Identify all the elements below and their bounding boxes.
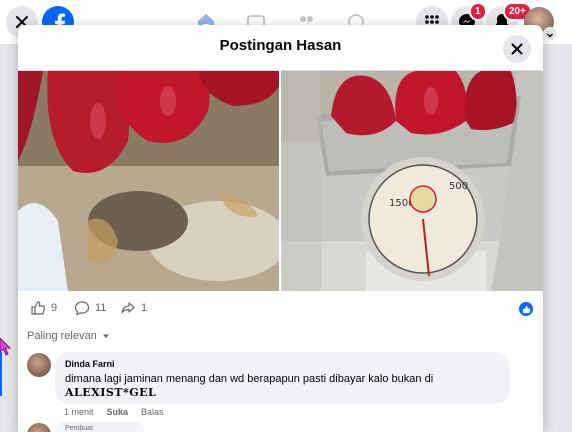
post-modal: Postingan Hasan 1500 500 9 11 1 Paling r… xyxy=(18,25,543,432)
comment-body: dimana lagi jaminan menang dan wd berapa… xyxy=(65,373,434,385)
comment-reply-button[interactable]: Balas xyxy=(141,407,164,417)
chevron-down-icon xyxy=(547,33,553,38)
focus-indicator xyxy=(0,352,2,396)
comment-bubble-2: Pembuat xyxy=(55,422,145,432)
thumbs-up-icon xyxy=(31,301,46,315)
rose-apple-tree-image xyxy=(18,71,279,291)
modal-title: Postingan Hasan xyxy=(219,37,342,54)
messenger-badge: 1 xyxy=(469,2,487,21)
commenter-avatar-2[interactable] xyxy=(27,423,51,432)
post-photo-2[interactable]: 1500 500 xyxy=(281,71,543,291)
comments-sort-dropdown[interactable]: Paling relevan xyxy=(27,330,112,342)
comment-text: dimana lagi jaminan menang dan wd berapa… xyxy=(65,372,505,400)
reactions-bar: 9 11 1 xyxy=(18,297,543,321)
rose-apple-scale-image: 1500 500 xyxy=(281,71,543,291)
shares-count: 1 xyxy=(141,302,148,314)
thumbs-up-icon xyxy=(522,305,530,313)
comments-count: 11 xyxy=(95,302,107,314)
comment-bubble: Dinda Farni dimana lagi jaminan menang d… xyxy=(55,352,510,404)
share-action[interactable]: 1 xyxy=(120,300,147,316)
likes-count: 9 xyxy=(51,302,58,314)
comment-bold-text: ALEXIST*GEL xyxy=(65,386,157,399)
comment-like-button[interactable]: Suka xyxy=(107,407,129,417)
account-caret[interactable] xyxy=(543,27,557,41)
comment-actions: 1 menit Suka Balas xyxy=(64,407,164,417)
post-photo-1[interactable] xyxy=(18,71,279,291)
comment-author[interactable]: Dinda Farni xyxy=(65,359,115,369)
commenter-avatar[interactable] xyxy=(27,353,51,377)
author-badge: Pembuat xyxy=(65,425,94,432)
mouse-pointer-icon xyxy=(0,338,12,356)
close-modal-button[interactable] xyxy=(503,35,531,63)
share-icon xyxy=(121,302,135,314)
comment-time[interactable]: 1 menit xyxy=(64,407,94,417)
comment-icon xyxy=(74,301,90,316)
like-reaction-badge[interactable] xyxy=(519,302,533,316)
comment-action[interactable]: 11 xyxy=(74,300,106,316)
scale-mark-500: 500 xyxy=(449,181,468,192)
like-action[interactable]: 9 xyxy=(30,300,57,316)
caret-down-icon xyxy=(102,334,109,338)
close-icon xyxy=(511,43,523,55)
sort-label: Paling relevan xyxy=(27,330,97,342)
